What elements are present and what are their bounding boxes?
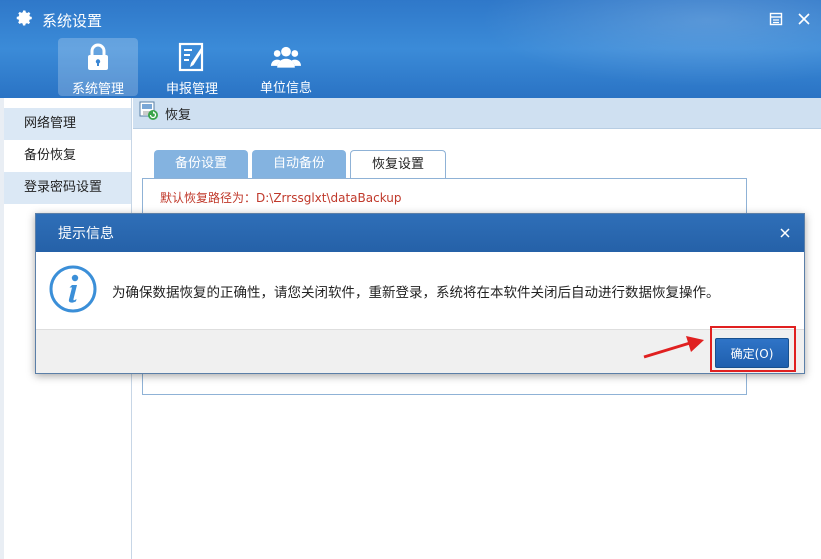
restore-icon (139, 101, 159, 125)
title-bar: 系统设置 系统管理 申报管理 单位信息 (0, 0, 821, 98)
close-icon (798, 13, 810, 25)
content-header-title: 恢复 (165, 107, 192, 123)
nav-unit-info[interactable]: 单位信息 (246, 38, 326, 96)
top-nav: 系统管理 申报管理 单位信息 (58, 38, 326, 97)
dialog-message: 为确保数据恢复的正确性，请您关闭软件，重新登录，系统将在本软件关闭后自动进行数据… (112, 284, 720, 301)
gear-icon (16, 9, 34, 31)
window-title: 系统设置 (16, 10, 102, 30)
close-button[interactable] (797, 12, 811, 26)
nav-declaration-management[interactable]: 申报管理 (152, 38, 232, 97)
close-icon (780, 228, 790, 238)
edit-doc-icon (177, 42, 207, 72)
info-icon (48, 264, 98, 318)
content-header: 恢复 (133, 98, 821, 129)
nav-system-management[interactable]: 系统管理 (58, 38, 138, 97)
dialog-title-bar: 提示信息 (36, 214, 804, 252)
tab-restore-settings[interactable]: 恢复设置 (350, 150, 446, 178)
window-controls (769, 12, 811, 26)
dialog-title: 提示信息 (58, 226, 114, 242)
annotation-highlight-box (710, 326, 796, 372)
tab-bar: 备份设置 自动备份 恢复设置 (154, 150, 446, 178)
dialog-close-button[interactable] (778, 226, 792, 240)
sidebar-item-login-password[interactable]: 登录密码设置 (4, 172, 131, 204)
nav-label: 系统管理 (71, 82, 124, 97)
tab-auto-backup[interactable]: 自动备份 (252, 150, 346, 178)
window-title-text: 系统设置 (42, 11, 103, 30)
tab-backup-settings[interactable]: 备份设置 (154, 150, 248, 178)
dialog-body: 为确保数据恢复的正确性，请您关闭软件，重新登录，系统将在本软件关闭后自动进行数据… (36, 252, 804, 329)
sidebar-item-network[interactable]: 网络管理 (4, 108, 131, 140)
users-icon (271, 42, 301, 71)
nav-label: 申报管理 (165, 82, 218, 97)
nav-label: 单位信息 (259, 81, 312, 96)
maximize-button[interactable] (769, 12, 783, 26)
annotation-arrow-icon (643, 336, 704, 359)
sidebar-item-backup-restore[interactable]: 备份恢复 (4, 140, 131, 172)
title-glow (441, 0, 821, 98)
lock-icon (83, 42, 113, 72)
maximize-icon (769, 12, 783, 26)
restore-path-text: 默认恢复路径为：D:\Zrrssglxt\dataBackup (160, 191, 402, 205)
